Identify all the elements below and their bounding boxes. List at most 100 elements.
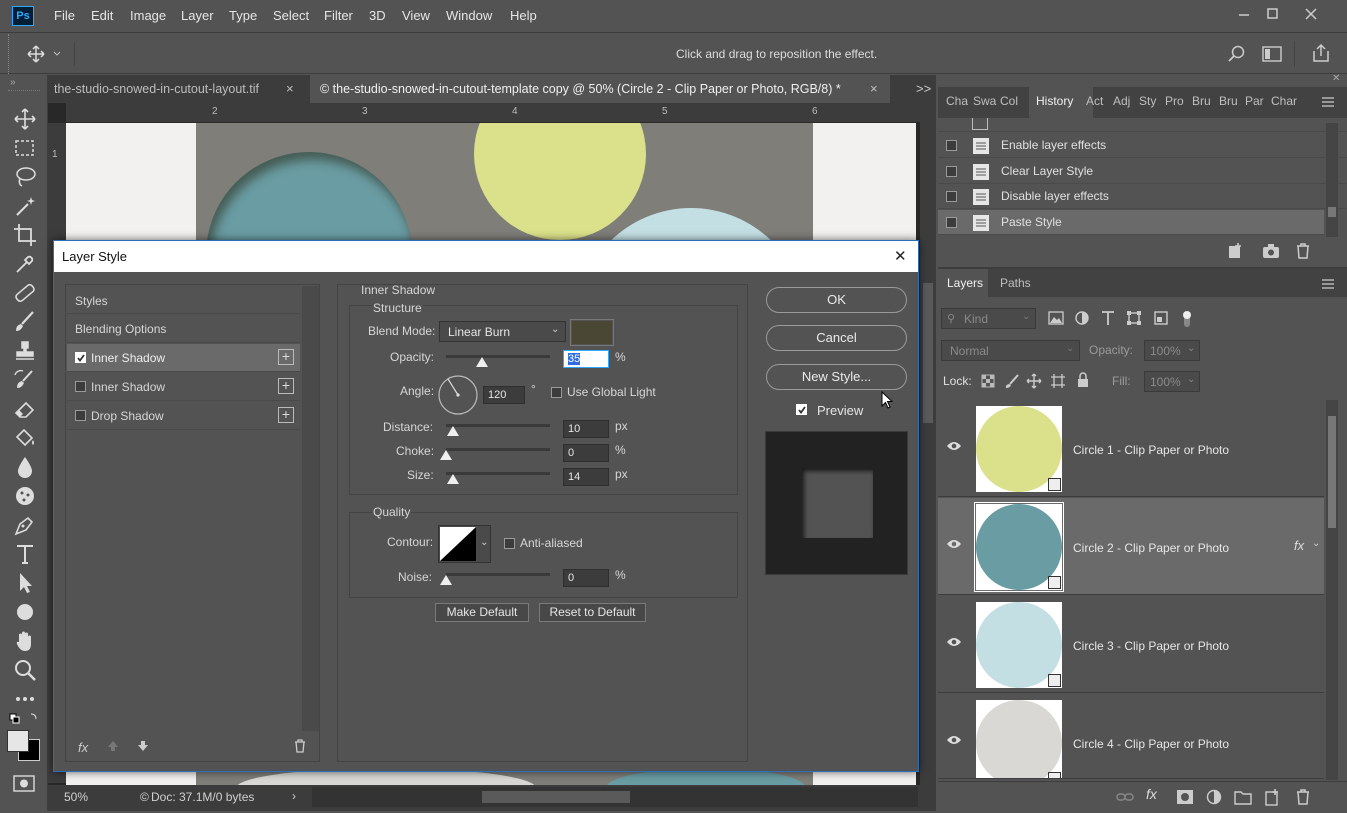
menu-image[interactable]: Image xyxy=(130,8,166,23)
tabs-overflow-icon[interactable]: >> xyxy=(916,81,931,96)
stamp-tool-icon[interactable] xyxy=(12,338,38,364)
history-source-box[interactable] xyxy=(946,217,957,228)
marquee-tool-icon[interactable] xyxy=(12,135,38,161)
menu-filter[interactable]: Filter xyxy=(324,8,353,23)
healing-brush-tool-icon[interactable] xyxy=(12,280,38,306)
lasso-tool-icon[interactable] xyxy=(12,164,38,190)
filter-pixel-icon[interactable] xyxy=(1048,311,1064,325)
eye-icon[interactable] xyxy=(946,538,962,550)
more-tools-icon[interactable] xyxy=(12,686,38,712)
sponge-tool-icon[interactable] xyxy=(12,483,38,509)
lock-all-icon[interactable] xyxy=(1076,372,1090,388)
eraser-tool-icon[interactable] xyxy=(12,396,38,422)
lock-pixels-icon[interactable] xyxy=(1004,373,1020,389)
style-checkbox-checked[interactable] xyxy=(75,352,86,363)
distance-slider-knob[interactable] xyxy=(447,426,460,436)
tab-character[interactable]: Char xyxy=(1271,94,1297,108)
tab-paths[interactable]: Paths xyxy=(1000,276,1031,290)
filter-adjustment-icon[interactable] xyxy=(1074,310,1090,326)
fx-add-style-icon[interactable]: fx xyxy=(1146,786,1157,802)
path-selection-tool-icon[interactable] xyxy=(12,570,38,596)
add-style-button[interactable]: + xyxy=(278,407,294,423)
close-icon[interactable]: ✕ xyxy=(894,247,907,265)
tab-styles[interactable]: Sty xyxy=(1139,94,1156,108)
lock-transparent-icon[interactable] xyxy=(981,374,995,388)
blend-mode-select[interactable]: Linear Burn ⌄ xyxy=(439,321,566,342)
menu-type[interactable]: Type xyxy=(229,8,257,23)
filter-smart-object-icon[interactable] xyxy=(1153,310,1169,326)
menu-help[interactable]: Help xyxy=(510,8,537,23)
fx-icon[interactable]: fx xyxy=(1294,538,1304,553)
layer-row[interactable]: Circle 3 - Clip Paper or Photo xyxy=(938,596,1324,693)
tab-actions[interactable]: Act xyxy=(1086,94,1103,108)
foreground-color-swatch[interactable] xyxy=(7,730,29,752)
noise-slider[interactable] xyxy=(446,573,550,576)
add-style-button[interactable]: + xyxy=(278,349,294,365)
type-tool-icon[interactable] xyxy=(12,541,38,567)
hand-tool-icon[interactable] xyxy=(12,628,38,654)
brush-tool-icon[interactable] xyxy=(12,309,38,335)
move-tool-icon[interactable] xyxy=(26,44,62,64)
style-item[interactable]: Drop Shadow + xyxy=(67,402,300,430)
layer-row-selected[interactable]: Circle 2 - Clip Paper or Photo fx ⌄ xyxy=(938,498,1324,595)
opacity-slider-knob[interactable] xyxy=(476,357,489,367)
blending-options-item[interactable]: Blending Options xyxy=(67,315,300,343)
scroll-thumb[interactable] xyxy=(1328,416,1336,528)
ellipse-tool-icon[interactable] xyxy=(12,599,38,625)
filter-type-icon[interactable] xyxy=(1100,310,1116,326)
new-style-button[interactable]: New Style... xyxy=(766,364,907,390)
size-slider-knob[interactable] xyxy=(447,474,460,484)
angle-dial[interactable] xyxy=(437,374,479,416)
search-icon[interactable] xyxy=(1228,45,1246,63)
menu-edit[interactable]: Edit xyxy=(91,8,113,23)
share-icon[interactable] xyxy=(1311,43,1331,63)
minimize-icon[interactable] xyxy=(1230,4,1258,24)
lock-position-icon[interactable] xyxy=(1026,373,1042,389)
style-item-selected[interactable]: Inner Shadow + xyxy=(67,344,300,372)
reset-to-default-button[interactable]: Reset to Default xyxy=(539,603,646,622)
magic-wand-tool-icon[interactable] xyxy=(12,193,38,219)
filter-toggle-icon[interactable] xyxy=(1182,309,1192,329)
anti-aliased-checkbox[interactable] xyxy=(504,538,515,549)
size-slider[interactable] xyxy=(446,472,550,475)
close-tab-icon[interactable]: × xyxy=(870,81,878,96)
style-item[interactable]: Inner Shadow + xyxy=(67,373,300,401)
horizontal-scrollbar[interactable] xyxy=(312,787,918,807)
scroll-thumb[interactable] xyxy=(923,283,933,423)
tab-brush-settings[interactable]: Bru xyxy=(1219,94,1238,108)
cancel-button[interactable]: Cancel xyxy=(766,325,907,351)
size-input[interactable]: 14 xyxy=(563,468,609,486)
history-row[interactable]: Clear Layer Style xyxy=(938,159,1347,184)
panel-menu-icon[interactable] xyxy=(1321,96,1335,108)
style-checkbox[interactable] xyxy=(75,410,86,421)
global-light-checkbox[interactable] xyxy=(551,387,562,398)
new-layer-icon[interactable] xyxy=(1264,788,1280,806)
choke-slider-knob[interactable] xyxy=(440,450,452,460)
eye-icon[interactable] xyxy=(946,636,962,648)
layer-name[interactable]: Circle 2 - Clip Paper or Photo xyxy=(1073,541,1229,555)
choke-slider[interactable] xyxy=(446,448,550,451)
vertical-scrollbar[interactable] xyxy=(920,103,936,789)
fill-input[interactable]: 100% ⌄ xyxy=(1144,371,1200,392)
add-mask-icon[interactable] xyxy=(1176,789,1194,805)
tab-template-document[interactable]: © the-studio-snowed-in-cutout-template c… xyxy=(310,75,890,103)
maximize-icon[interactable] xyxy=(1259,4,1287,24)
menu-layer[interactable]: Layer xyxy=(181,8,214,23)
styles-item[interactable]: Styles xyxy=(67,286,300,314)
link-layers-icon[interactable] xyxy=(1116,790,1134,804)
tab-swatches[interactable]: Swa xyxy=(973,94,996,108)
preview-checkbox-checked[interactable] xyxy=(796,404,807,415)
zoom-tool-icon[interactable] xyxy=(12,657,38,683)
chevron-down-icon[interactable]: ⌄ xyxy=(1312,538,1320,549)
close-tab-icon[interactable]: × xyxy=(286,81,294,96)
zoom-level[interactable]: 50% xyxy=(64,790,88,804)
history-scrollbar[interactable] xyxy=(1326,123,1338,237)
move-up-icon[interactable] xyxy=(107,740,119,752)
scroll-thumb[interactable] xyxy=(482,791,630,803)
noise-slider-knob[interactable] xyxy=(440,575,452,585)
status-menu-icon[interactable]: › xyxy=(292,789,296,803)
angle-input[interactable]: 120 xyxy=(483,386,525,404)
fx-icon[interactable]: fx xyxy=(78,740,88,755)
layer-row[interactable]: Circle 4 - Clip Paper or Photo xyxy=(938,694,1324,779)
layer-row[interactable]: Circle 1 - Clip Paper or Photo xyxy=(938,400,1324,497)
